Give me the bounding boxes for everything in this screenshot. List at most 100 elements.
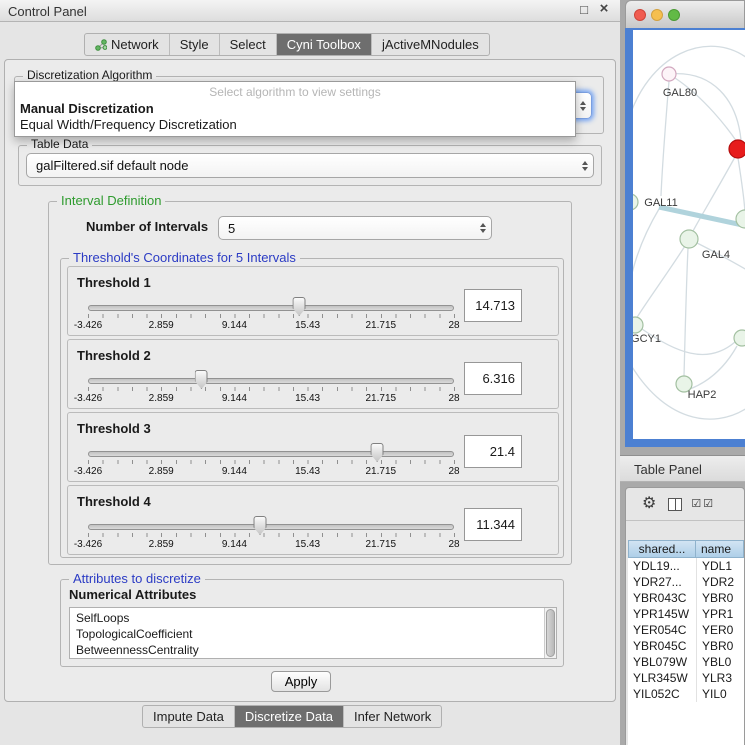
cell-name: YDR2 — [696, 574, 744, 590]
cell-shared-name: YPR145W — [628, 606, 696, 622]
tab-infer-network[interactable]: Infer Network — [344, 706, 441, 727]
slider-tick-labels: -3.4262.8599.14415.4321.71528 — [88, 539, 454, 551]
table-panel-titlebar: Table Panel — [620, 455, 745, 482]
traffic-light-zoom-icon[interactable] — [668, 9, 680, 21]
table-row[interactable]: YLR345WYLR3 — [628, 670, 744, 686]
slider-track[interactable] — [88, 378, 454, 384]
tick-label: 28 — [448, 466, 459, 477]
table-data-label: Table Data — [27, 137, 92, 151]
select-check-icon[interactable]: ☑ — [691, 499, 701, 510]
cell-shared-name: YBL079W — [628, 654, 696, 670]
list-scrollbar[interactable] — [544, 608, 556, 658]
network-node[interactable] — [680, 230, 698, 248]
threshold-value-field[interactable]: 6.316 — [464, 362, 522, 395]
threshold-panel: Threshold 2-3.4262.8599.14415.4321.71528… — [67, 339, 559, 409]
attribute-list-item[interactable]: TopologicalCoefficient — [76, 626, 556, 642]
tab-discretize-data[interactable]: Discretize Data — [235, 706, 344, 727]
tab-impute-data[interactable]: Impute Data — [143, 706, 235, 727]
close-icon[interactable]: × — [596, 0, 612, 17]
tick-label: 9.144 — [222, 320, 247, 331]
table-window: ⚙ ☑ ☑ shared... name YDL19...YDL1YDR27..… — [625, 487, 745, 745]
threshold-slider[interactable]: -3.4262.8599.14415.4321.71528 — [88, 514, 454, 554]
attribute-list-item[interactable]: SelfLoops — [76, 610, 556, 626]
attribute-list-item[interactable]: BetweennessCentrality — [76, 642, 556, 658]
minimize-icon[interactable]: □ — [576, 2, 592, 17]
slider-track[interactable] — [88, 305, 454, 311]
network-node-label: HAP2 — [688, 389, 717, 401]
network-titlebar[interactable] — [625, 0, 745, 28]
cell-name: YBR0 — [696, 638, 744, 654]
tab-select[interactable]: Select — [220, 34, 277, 55]
attributes-list[interactable]: SelfLoopsTopologicalCoefficientBetweenne… — [69, 607, 557, 659]
slider-track[interactable] — [88, 524, 454, 530]
scrollbar-thumb[interactable] — [546, 609, 555, 657]
cell-name: YIL0 — [696, 686, 744, 702]
tick-label: 21.715 — [366, 466, 397, 477]
network-node[interactable] — [662, 67, 676, 81]
tick-label: 2.859 — [149, 393, 174, 404]
columns-icon[interactable] — [668, 498, 682, 511]
dropdown-option-manual-discretization[interactable]: Manual Discretization — [20, 101, 570, 117]
network-canvas[interactable]: GAL80GAL11GAL4GCY1HAP2 — [633, 30, 745, 439]
traffic-light-close-icon[interactable] — [634, 9, 646, 21]
gear-icon[interactable]: ⚙ — [642, 496, 656, 512]
tick-label: 2.859 — [149, 320, 174, 331]
network-node[interactable] — [633, 194, 638, 210]
table-row[interactable]: YDL19...YDL1 — [628, 558, 744, 574]
table-row[interactable]: YDR27...YDR2 — [628, 574, 744, 590]
tab-label: Cyni Toolbox — [287, 37, 361, 52]
threshold-slider[interactable]: -3.4262.8599.14415.4321.71528 — [88, 295, 454, 335]
table-row[interactable]: YBL079WYBL0 — [628, 654, 744, 670]
cell-shared-name: YDL19... — [628, 558, 696, 574]
dropdown-option-equal-width-frequency[interactable]: Equal Width/Frequency Discretization — [20, 117, 570, 133]
network-frame: GAL80GAL11GAL4GCY1HAP2 — [625, 28, 745, 447]
network-node[interactable] — [633, 317, 643, 333]
column-header-name[interactable]: name — [696, 540, 744, 558]
network-node[interactable] — [729, 140, 745, 158]
threshold-panel: Threshold 1-3.4262.8599.14415.4321.71528… — [67, 266, 559, 336]
tab-label: Network — [111, 37, 159, 52]
threshold-slider[interactable]: -3.4262.8599.14415.4321.71528 — [88, 441, 454, 481]
table-row[interactable]: YPR145WYPR1 — [628, 606, 744, 622]
stepper-icon — [480, 223, 486, 233]
tick-label: 9.144 — [222, 539, 247, 550]
number-of-intervals-label: Number of Intervals — [86, 219, 208, 234]
table-panel-title: Table Panel — [634, 462, 702, 477]
threshold-value-field[interactable]: 21.4 — [464, 435, 522, 468]
table-body[interactable]: YDL19...YDL1YDR27...YDR2YBR043CYBR0YPR14… — [628, 558, 744, 745]
table-row[interactable]: YBR043CYBR0 — [628, 590, 744, 606]
tab-network[interactable]: Network — [85, 34, 170, 55]
number-of-intervals-value: 5 — [228, 221, 235, 236]
tick-label: 21.715 — [366, 539, 397, 550]
column-header-shared-name[interactable]: shared... — [628, 540, 696, 558]
traffic-light-minimize-icon[interactable] — [651, 9, 663, 21]
tick-label: 15.43 — [295, 539, 320, 550]
threshold-label: Threshold 1 — [77, 275, 151, 290]
table-data-combobox[interactable]: galFiltered.sif default node — [26, 153, 594, 178]
network-node-label: GCY1 — [633, 333, 661, 345]
threshold-slider[interactable]: -3.4262.8599.14415.4321.71528 — [88, 368, 454, 408]
apply-button[interactable]: Apply — [271, 671, 331, 692]
threshold-value-field[interactable]: 11.344 — [464, 508, 522, 541]
network-node[interactable] — [734, 330, 745, 346]
attributes-group-label: Attributes to discretize — [69, 571, 205, 586]
bottom-tab-bar: Impute DataDiscretize DataInfer Network — [142, 705, 442, 728]
tab-style[interactable]: Style — [170, 34, 220, 55]
number-of-intervals-combobox[interactable]: 5 — [218, 216, 492, 240]
table-row[interactable]: YBR045CYBR0 — [628, 638, 744, 654]
network-window: GAL80GAL11GAL4GCY1HAP2 — [625, 0, 745, 447]
slider-track[interactable] — [88, 451, 454, 457]
cell-shared-name: YBR045C — [628, 638, 696, 654]
tick-label: 9.144 — [222, 393, 247, 404]
table-toolbar: ⚙ ☑ ☑ — [626, 488, 744, 521]
table-row[interactable]: YIL052CYIL0 — [628, 686, 744, 702]
cell-shared-name: YER054C — [628, 622, 696, 638]
network-node-label: GAL11 — [644, 197, 677, 209]
slider-tick-labels: -3.4262.8599.14415.4321.71528 — [88, 393, 454, 405]
tab-jactivemnodules[interactable]: jActiveMNodules — [372, 34, 489, 55]
tab-cyni-toolbox[interactable]: Cyni Toolbox — [277, 34, 372, 55]
threshold-value-field[interactable]: 14.713 — [464, 289, 522, 322]
cell-name: YPR1 — [696, 606, 744, 622]
table-row[interactable]: YER054CYER0 — [628, 622, 744, 638]
select-all-check-icon[interactable]: ☑ — [703, 499, 713, 510]
